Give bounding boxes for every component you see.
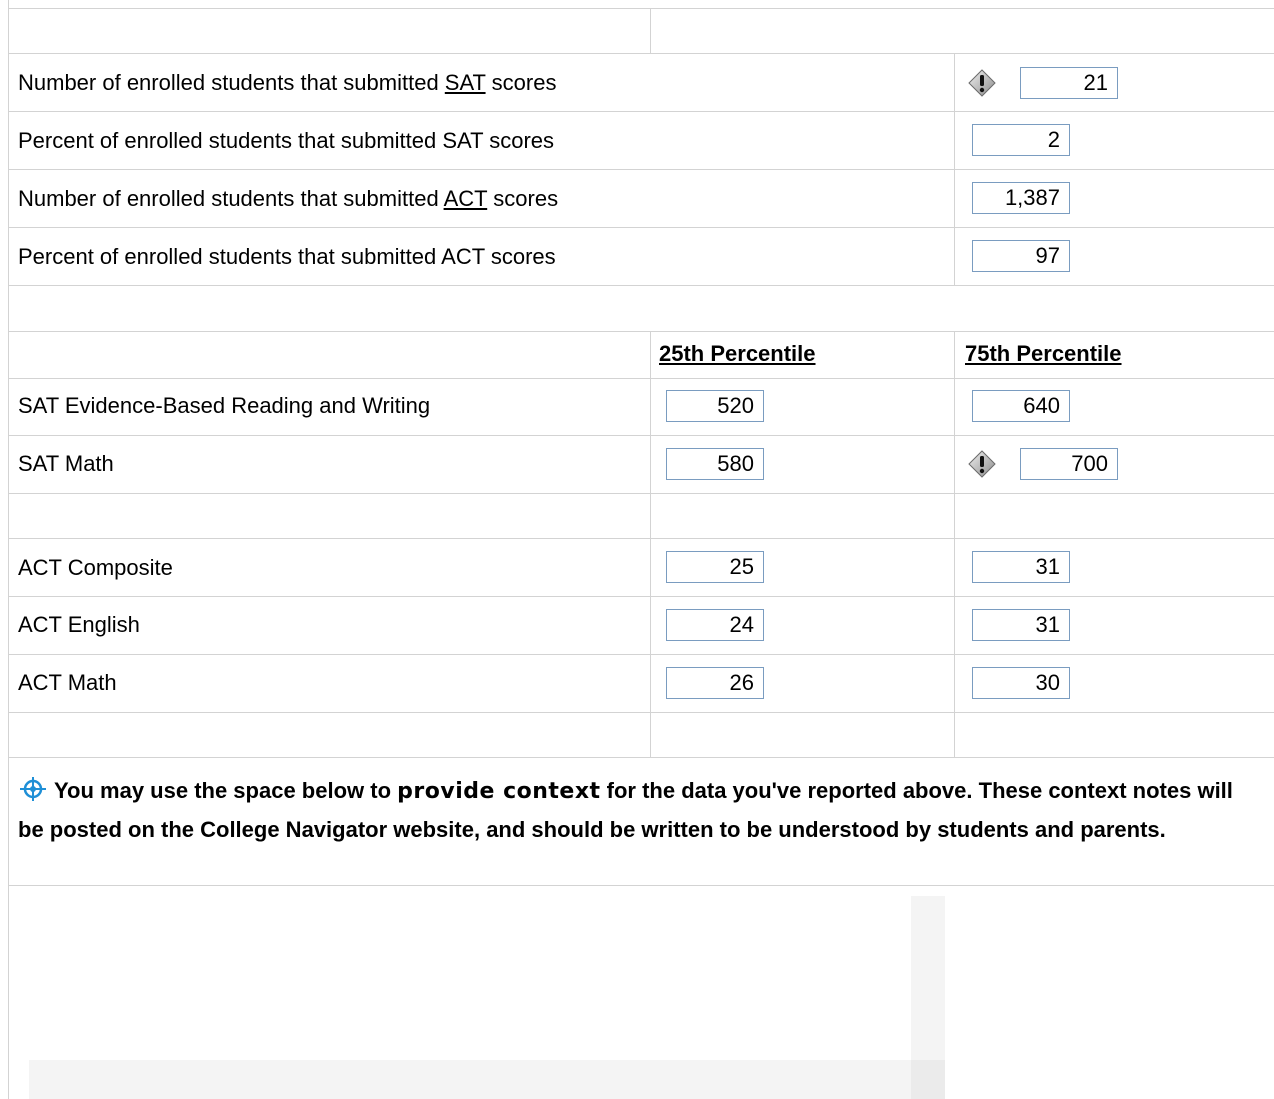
- act-math-75-input[interactable]: 30: [972, 667, 1070, 699]
- act-count-label-text: Number of enrolled students that submitt…: [18, 186, 444, 211]
- act-english-25-input[interactable]: 24: [666, 609, 764, 641]
- header-75th-percentile: 75th Percentile: [965, 341, 1122, 366]
- sat-count-input[interactable]: 21: [1020, 67, 1118, 99]
- act-link[interactable]: ACT: [444, 186, 488, 211]
- act-composite-75-input[interactable]: 31: [972, 551, 1070, 583]
- sat-erw-75-input[interactable]: 640: [972, 390, 1070, 422]
- act-percent-input[interactable]: 97: [972, 240, 1070, 272]
- warning-diamond-icon[interactable]: [968, 69, 996, 97]
- column-divider: [954, 331, 955, 757]
- sat-link[interactable]: SAT: [445, 70, 486, 95]
- row-divider: [9, 885, 1274, 886]
- column-divider: [650, 331, 651, 757]
- act-count-input[interactable]: 1,387: [972, 182, 1070, 214]
- act-english-label: ACT English: [18, 612, 140, 637]
- row-divider: [9, 654, 1274, 655]
- sat-percent-label: Percent of enrolled students that submit…: [18, 128, 555, 153]
- row-divider: [9, 538, 1274, 539]
- row-divider: [9, 169, 1274, 170]
- row-divider: [9, 111, 1274, 112]
- header-25th-percentile: 25th Percentile: [659, 341, 816, 366]
- row-divider: [9, 493, 1274, 494]
- row-divider: [9, 596, 1274, 597]
- act-percent-label: Percent of enrolled students that submit…: [18, 244, 556, 269]
- provide-context-emphasis: provide context: [397, 779, 601, 804]
- act-count-label: Number of enrolled students that submitt…: [18, 186, 558, 212]
- sat-math-label: SAT Math: [18, 451, 114, 476]
- act-count-label-suffix: scores: [487, 186, 559, 211]
- act-composite-25-input[interactable]: 25: [666, 551, 764, 583]
- row-divider: [9, 378, 1274, 379]
- row-divider: [9, 331, 1274, 332]
- row-divider: [9, 8, 1274, 9]
- sat-percent-input[interactable]: 2: [972, 124, 1070, 156]
- row-divider: [9, 435, 1274, 436]
- context-instructions: You may use the space below to provide c…: [18, 772, 1258, 849]
- sat-count-label-text: Number of enrolled students that submitt…: [18, 70, 445, 95]
- act-composite-label: ACT Composite: [18, 555, 173, 580]
- row-divider: [9, 227, 1274, 228]
- column-divider: [650, 8, 651, 53]
- textarea-horizontal-scrollbar[interactable]: [29, 1060, 945, 1099]
- sat-math-75-input[interactable]: 700: [1020, 448, 1118, 480]
- row-divider: [9, 757, 1274, 758]
- crosshair-target-icon: [20, 777, 46, 801]
- context-note-text: You may use the space below to: [54, 778, 398, 803]
- act-english-75-input[interactable]: 31: [972, 609, 1070, 641]
- row-divider: [9, 53, 1274, 54]
- sat-count-label-suffix: scores: [485, 70, 557, 95]
- row-divider: [9, 285, 1274, 286]
- column-divider: [954, 53, 955, 285]
- row-divider: [9, 712, 1274, 713]
- textarea-resize-corner[interactable]: [911, 1060, 945, 1099]
- sat-erw-label: SAT Evidence-Based Reading and Writing: [18, 393, 431, 418]
- act-math-25-input[interactable]: 26: [666, 667, 764, 699]
- act-math-label: ACT Math: [18, 670, 117, 695]
- warning-diamond-icon[interactable]: [968, 450, 996, 478]
- sat-erw-25-input[interactable]: 520: [666, 390, 764, 422]
- sat-math-25-input[interactable]: 580: [666, 448, 764, 480]
- sat-count-label: Number of enrolled students that submitt…: [18, 70, 556, 96]
